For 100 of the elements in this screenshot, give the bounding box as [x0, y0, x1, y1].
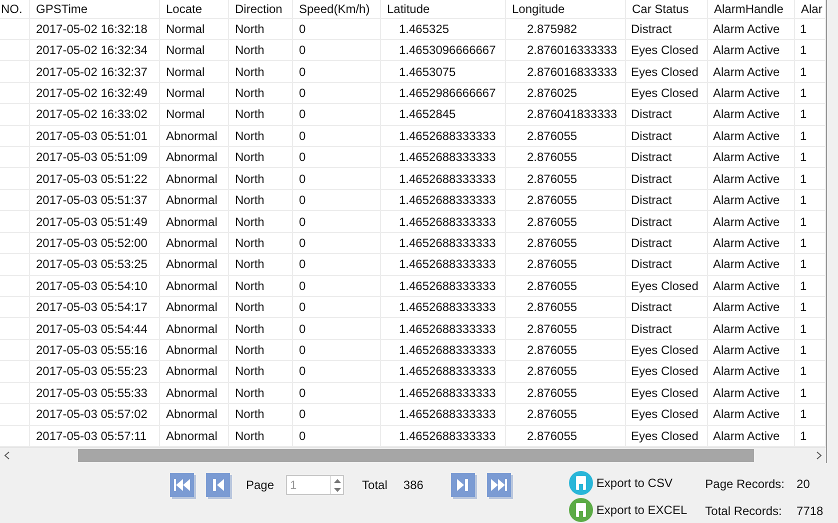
last-page-icon — [490, 477, 508, 493]
table-cell: 0 — [299, 150, 306, 164]
column-header[interactable]: AlarmHandle — [714, 2, 784, 16]
table-cell: North — [235, 86, 264, 100]
table-cell: 1 — [800, 193, 807, 208]
table-cell: North — [235, 300, 264, 314]
column-header[interactable]: Locate — [166, 2, 202, 16]
table-cell: 2017-05-03 05:57:11 — [36, 428, 147, 443]
table-cell: Distract — [631, 22, 672, 36]
column-header[interactable]: Latitude — [387, 2, 430, 16]
table-cell: 0 — [299, 214, 306, 228]
table-cell: 0 — [299, 364, 306, 378]
column-header[interactable]: Car Status — [632, 2, 689, 16]
table-cell: 2.876055 — [527, 407, 578, 422]
table-cell: North — [235, 22, 264, 36]
table-cell: Distract — [631, 300, 672, 314]
table-cell: 2.876055 — [527, 150, 578, 164]
table-cell: 2017-05-03 05:55:16 — [36, 343, 148, 358]
column-header[interactable]: NO. — [1, 2, 22, 16]
first-page-button[interactable] — [170, 473, 194, 497]
column-header[interactable]: Alar — [801, 2, 822, 16]
table-cell: 1 — [800, 128, 807, 143]
table-cell: North — [235, 322, 264, 336]
previous-page-button[interactable] — [206, 473, 230, 497]
column-header[interactable]: GPSTime — [36, 2, 88, 16]
last-page-button[interactable] — [487, 473, 512, 497]
table-cell: 1.4652688333333 — [399, 278, 496, 293]
records-label: Total Records: — [705, 504, 783, 518]
table-cell: Distract — [631, 322, 672, 336]
table-cell: 1 — [800, 236, 807, 250]
table-cell: 1 — [800, 43, 807, 58]
table-cell: Distract — [631, 172, 672, 186]
table-cell: North — [235, 343, 264, 358]
table-cell: 2017-05-03 05:52:00 — [36, 236, 148, 250]
table-cell: 1.4652986666667 — [399, 86, 496, 100]
table-cell: Abnormal — [166, 386, 218, 400]
table-cell: 2.876055 — [527, 278, 578, 293]
table-cell: Alarm Active — [713, 86, 780, 100]
table-cell: 1.4652688333333 — [399, 322, 496, 336]
table-cell: 0 — [299, 300, 306, 314]
table-cell: Eyes Closed — [631, 64, 698, 79]
table-cell: 2.876016333333 — [527, 43, 618, 58]
table-cell: 2.876055 — [527, 343, 578, 358]
table-cell: 1.4652688333333 — [399, 300, 496, 314]
table-cell: North — [235, 257, 264, 272]
table-cell: Eyes Closed — [631, 407, 698, 422]
table-cell: 2.876055 — [527, 322, 578, 336]
table-cell: 0 — [299, 407, 306, 422]
table-cell: 0 — [299, 236, 306, 250]
column-header[interactable]: Longitude — [512, 2, 565, 16]
table-cell: Alarm Active — [713, 407, 780, 422]
table-cell: 1 — [800, 364, 807, 378]
table-cell: North — [235, 364, 264, 378]
table-cell: 2.875982 — [527, 22, 578, 36]
table-cell: 2017-05-03 05:54:17 — [36, 300, 148, 314]
table-cell: Alarm Active — [713, 193, 780, 208]
table-cell: North — [235, 172, 264, 186]
table-cell: 1.4652688333333 — [399, 172, 496, 186]
scrollbar-thumb[interactable] — [78, 448, 754, 462]
next-page-button[interactable] — [451, 473, 476, 497]
table-cell: Distract — [631, 257, 672, 272]
export-button[interactable]: Export to CSV — [569, 471, 688, 494]
table-cell: 1 — [800, 257, 807, 272]
table-cell: 1 — [800, 107, 807, 122]
table-cell: Alarm Active — [713, 386, 780, 400]
table-cell: Alarm Active — [713, 300, 780, 314]
column-header[interactable]: Direction — [235, 2, 282, 16]
table-cell: Alarm Active — [713, 43, 780, 58]
table-cell: 2017-05-03 05:57:02 — [36, 407, 148, 422]
table-cell: 1.4652688333333 — [399, 193, 496, 208]
table-cell: Eyes Closed — [631, 278, 698, 293]
table-cell: North — [235, 407, 264, 422]
page-label: Page — [245, 478, 276, 492]
export-button[interactable]: Export to EXCEL — [569, 498, 688, 521]
table-cell: 0 — [299, 128, 306, 143]
table-cell: Abnormal — [166, 322, 218, 336]
table-cell: 1 — [800, 322, 807, 336]
table-cell: Distract — [631, 214, 672, 228]
table-cell: Abnormal — [166, 407, 218, 422]
table-cell: 0 — [299, 64, 306, 79]
table-cell: Abnormal — [166, 236, 218, 250]
table-cell: Distract — [631, 193, 672, 208]
table-cell: 0 — [299, 428, 306, 443]
table-cell: 1 — [800, 278, 807, 293]
table-cell: 2.876055 — [527, 172, 578, 186]
column-header[interactable]: Speed(Km/h) — [299, 2, 370, 16]
table-cell: 0 — [299, 322, 306, 336]
table-cell: North — [235, 386, 264, 400]
table-cell: Alarm Active — [713, 172, 780, 186]
spin-arrows-icon[interactable] — [330, 476, 344, 494]
table-cell: North — [235, 428, 264, 443]
table-cell: 2.876055 — [527, 300, 578, 314]
table-cell: 1.4652688333333 — [399, 214, 496, 228]
table-cell: 2.876055 — [527, 236, 578, 250]
table-cell: 2017-05-02 16:32:34 — [36, 43, 148, 58]
records-label: Page Records: — [705, 477, 785, 491]
table-cell: 2017-05-03 05:51:22 — [36, 172, 148, 186]
total-label: Total — [361, 478, 388, 492]
table-cell: Eyes Closed — [631, 364, 698, 378]
table-cell: Alarm Active — [713, 278, 780, 293]
